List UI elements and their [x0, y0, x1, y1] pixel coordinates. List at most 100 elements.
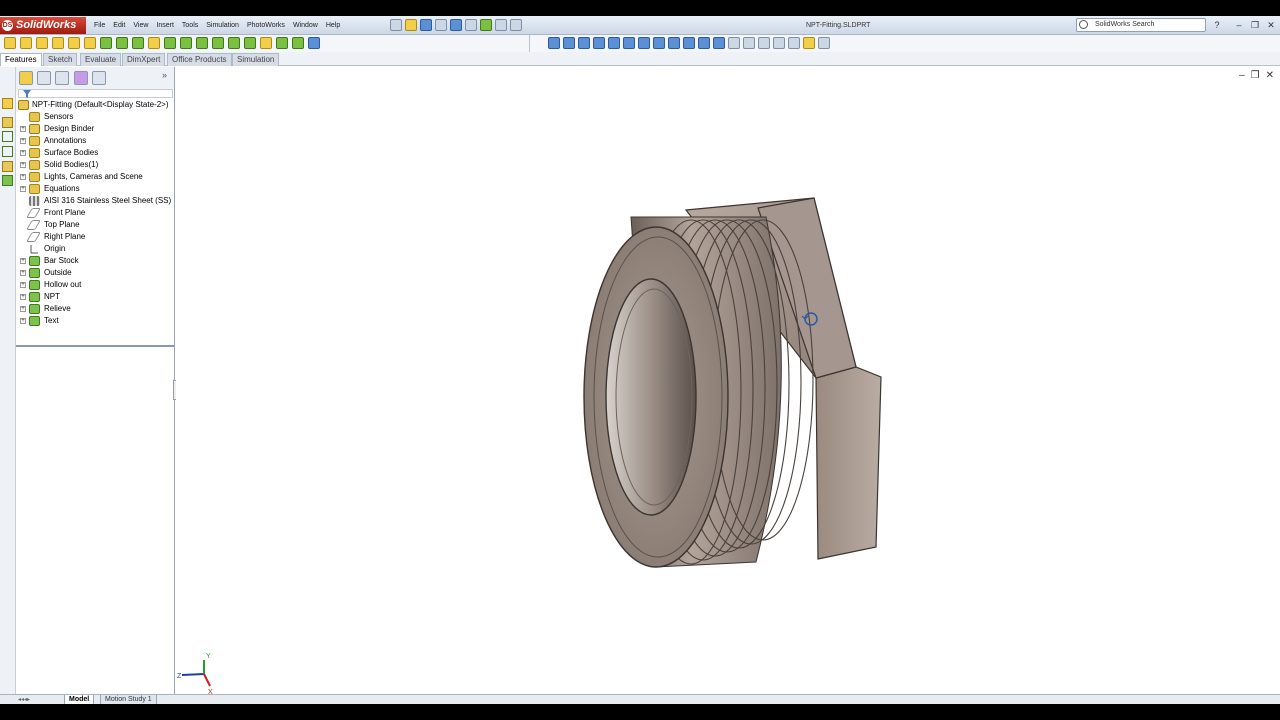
- display-manager-tab-icon[interactable]: [92, 71, 106, 85]
- tree-item[interactable]: + Design Binder: [16, 123, 174, 135]
- shell-icon[interactable]: [212, 37, 224, 49]
- wrap-icon[interactable]: [228, 37, 240, 49]
- design-library-icon[interactable]: [2, 117, 13, 128]
- propertymanager-tab-icon[interactable]: [37, 71, 51, 85]
- lofted-boss-icon[interactable]: [52, 37, 64, 49]
- tree-item[interactable]: + Relieve: [16, 303, 174, 315]
- curves-icon[interactable]: [292, 37, 304, 49]
- tab-evaluate[interactable]: Evaluate: [80, 53, 122, 66]
- zoom-area-icon[interactable]: [563, 37, 575, 49]
- tree-item[interactable]: + Equations: [16, 183, 174, 195]
- expand-toggle-icon[interactable]: +: [20, 306, 26, 312]
- revolved-cut-icon[interactable]: [84, 37, 96, 49]
- expand-toggle-icon[interactable]: +: [20, 138, 26, 144]
- expand-toggle-icon[interactable]: +: [20, 174, 26, 180]
- tree-item[interactable]: Origin: [16, 243, 174, 255]
- expand-toggle-icon[interactable]: +: [20, 270, 26, 276]
- wireframe-icon[interactable]: [728, 37, 740, 49]
- tree-item[interactable]: + Annotations: [16, 135, 174, 147]
- menu-photoworks[interactable]: PhotoWorks: [243, 16, 289, 35]
- close-button[interactable]: ✕: [1264, 18, 1278, 32]
- rib-icon[interactable]: [164, 37, 176, 49]
- right-view-icon[interactable]: [683, 37, 695, 49]
- tab-motion-study-1[interactable]: Motion Study 1: [100, 695, 157, 704]
- tab-sketch[interactable]: Sketch: [43, 53, 78, 66]
- expand-toggle-icon[interactable]: +: [20, 258, 26, 264]
- tab-model[interactable]: Model: [64, 695, 95, 704]
- tree-item[interactable]: + Outside: [16, 267, 174, 279]
- dome-icon[interactable]: [244, 37, 256, 49]
- undo-icon[interactable]: [450, 19, 462, 31]
- restore-button[interactable]: ❐: [1248, 18, 1262, 32]
- tab-simulation[interactable]: Simulation: [232, 53, 280, 66]
- resources-icon[interactable]: [2, 98, 13, 109]
- tree-item[interactable]: Sensors: [16, 111, 174, 123]
- tree-filter-input[interactable]: [18, 89, 173, 98]
- zoom-fit-icon[interactable]: [548, 37, 560, 49]
- menu-window[interactable]: Window: [289, 16, 322, 35]
- menu-view[interactable]: View: [129, 16, 152, 35]
- shaded-icon[interactable]: [773, 37, 785, 49]
- revolved-boss-icon[interactable]: [20, 37, 32, 49]
- expand-toggle-icon[interactable]: +: [20, 318, 26, 324]
- tree-item[interactable]: Top Plane: [16, 219, 174, 231]
- expand-panel-icon[interactable]: »: [162, 70, 167, 80]
- pan-icon[interactable]: [623, 37, 635, 49]
- zoom-selection-icon[interactable]: [593, 37, 605, 49]
- expand-toggle-icon[interactable]: +: [20, 150, 26, 156]
- tab-office-products[interactable]: Office Products: [167, 53, 232, 66]
- front-view-icon[interactable]: [638, 37, 650, 49]
- swept-cut-icon[interactable]: [100, 37, 112, 49]
- shaded-edges-icon[interactable]: [758, 37, 770, 49]
- left-view-icon[interactable]: [668, 37, 680, 49]
- extruded-cut-icon[interactable]: [68, 37, 80, 49]
- menu-tools[interactable]: Tools: [178, 16, 202, 35]
- tree-item[interactable]: + Hollow out: [16, 279, 174, 291]
- search-input[interactable]: SolidWorks Search: [1076, 18, 1206, 32]
- expand-toggle-icon[interactable]: +: [20, 126, 26, 132]
- section-view-icon[interactable]: [788, 37, 800, 49]
- tab-dimxpert[interactable]: DimXpert: [122, 53, 166, 66]
- select-pointer-icon[interactable]: [465, 19, 477, 31]
- tree-item[interactable]: Front Plane: [16, 207, 174, 219]
- tree-item[interactable]: + Solid Bodies(1): [16, 159, 174, 171]
- menu-simulation[interactable]: Simulation: [202, 16, 243, 35]
- graphics-area[interactable]: – ❐ ✕ Z X Y: [176, 67, 1280, 694]
- instant3d-icon[interactable]: [308, 37, 320, 49]
- chamfer-icon[interactable]: [148, 37, 160, 49]
- tree-rollback-bar[interactable]: [16, 345, 174, 347]
- help-icon[interactable]: ?: [1210, 18, 1224, 32]
- menu-edit[interactable]: Edit: [109, 16, 129, 35]
- new-document-icon[interactable]: [390, 19, 402, 31]
- tab-scroll-arrows-icon[interactable]: ◂◂◂▸: [18, 696, 30, 703]
- file-properties-icon[interactable]: [495, 19, 507, 31]
- featuremanager-tab-icon[interactable]: [19, 71, 33, 85]
- expand-toggle-icon[interactable]: +: [20, 294, 26, 300]
- save-icon[interactable]: [420, 19, 432, 31]
- appearances-icon[interactable]: [2, 175, 13, 186]
- expand-toggle-icon[interactable]: +: [20, 282, 26, 288]
- dimxpert-tab-icon[interactable]: [74, 71, 88, 85]
- tree-item[interactable]: + Surface Bodies: [16, 147, 174, 159]
- print-icon[interactable]: [435, 19, 447, 31]
- fillet-icon[interactable]: [132, 37, 144, 49]
- app-logo[interactable]: DS SolidWorks: [0, 17, 86, 34]
- tab-features[interactable]: Features: [0, 53, 42, 66]
- tree-item[interactable]: AISI 316 Stainless Steel Sheet (SS): [16, 195, 174, 207]
- npt-fitting-model[interactable]: [583, 197, 882, 568]
- model-viewport[interactable]: Z X Y: [176, 67, 1280, 694]
- search-results-icon[interactable]: [2, 146, 13, 157]
- realview-icon[interactable]: [803, 37, 815, 49]
- rebuild-icon[interactable]: [480, 19, 492, 31]
- menu-help[interactable]: Help: [322, 16, 344, 35]
- draft-icon[interactable]: [196, 37, 208, 49]
- back-view-icon[interactable]: [653, 37, 665, 49]
- isometric-view-icon[interactable]: [713, 37, 725, 49]
- tree-root[interactable]: NPT-Fitting (Default<Display State-2>): [16, 99, 174, 111]
- menu-file[interactable]: File: [90, 16, 109, 35]
- zoom-in-out-icon[interactable]: [578, 37, 590, 49]
- extruded-boss-icon[interactable]: [4, 37, 16, 49]
- top-view-icon[interactable]: [698, 37, 710, 49]
- swept-boss-icon[interactable]: [36, 37, 48, 49]
- tree-item[interactable]: + Lights, Cameras and Scene: [16, 171, 174, 183]
